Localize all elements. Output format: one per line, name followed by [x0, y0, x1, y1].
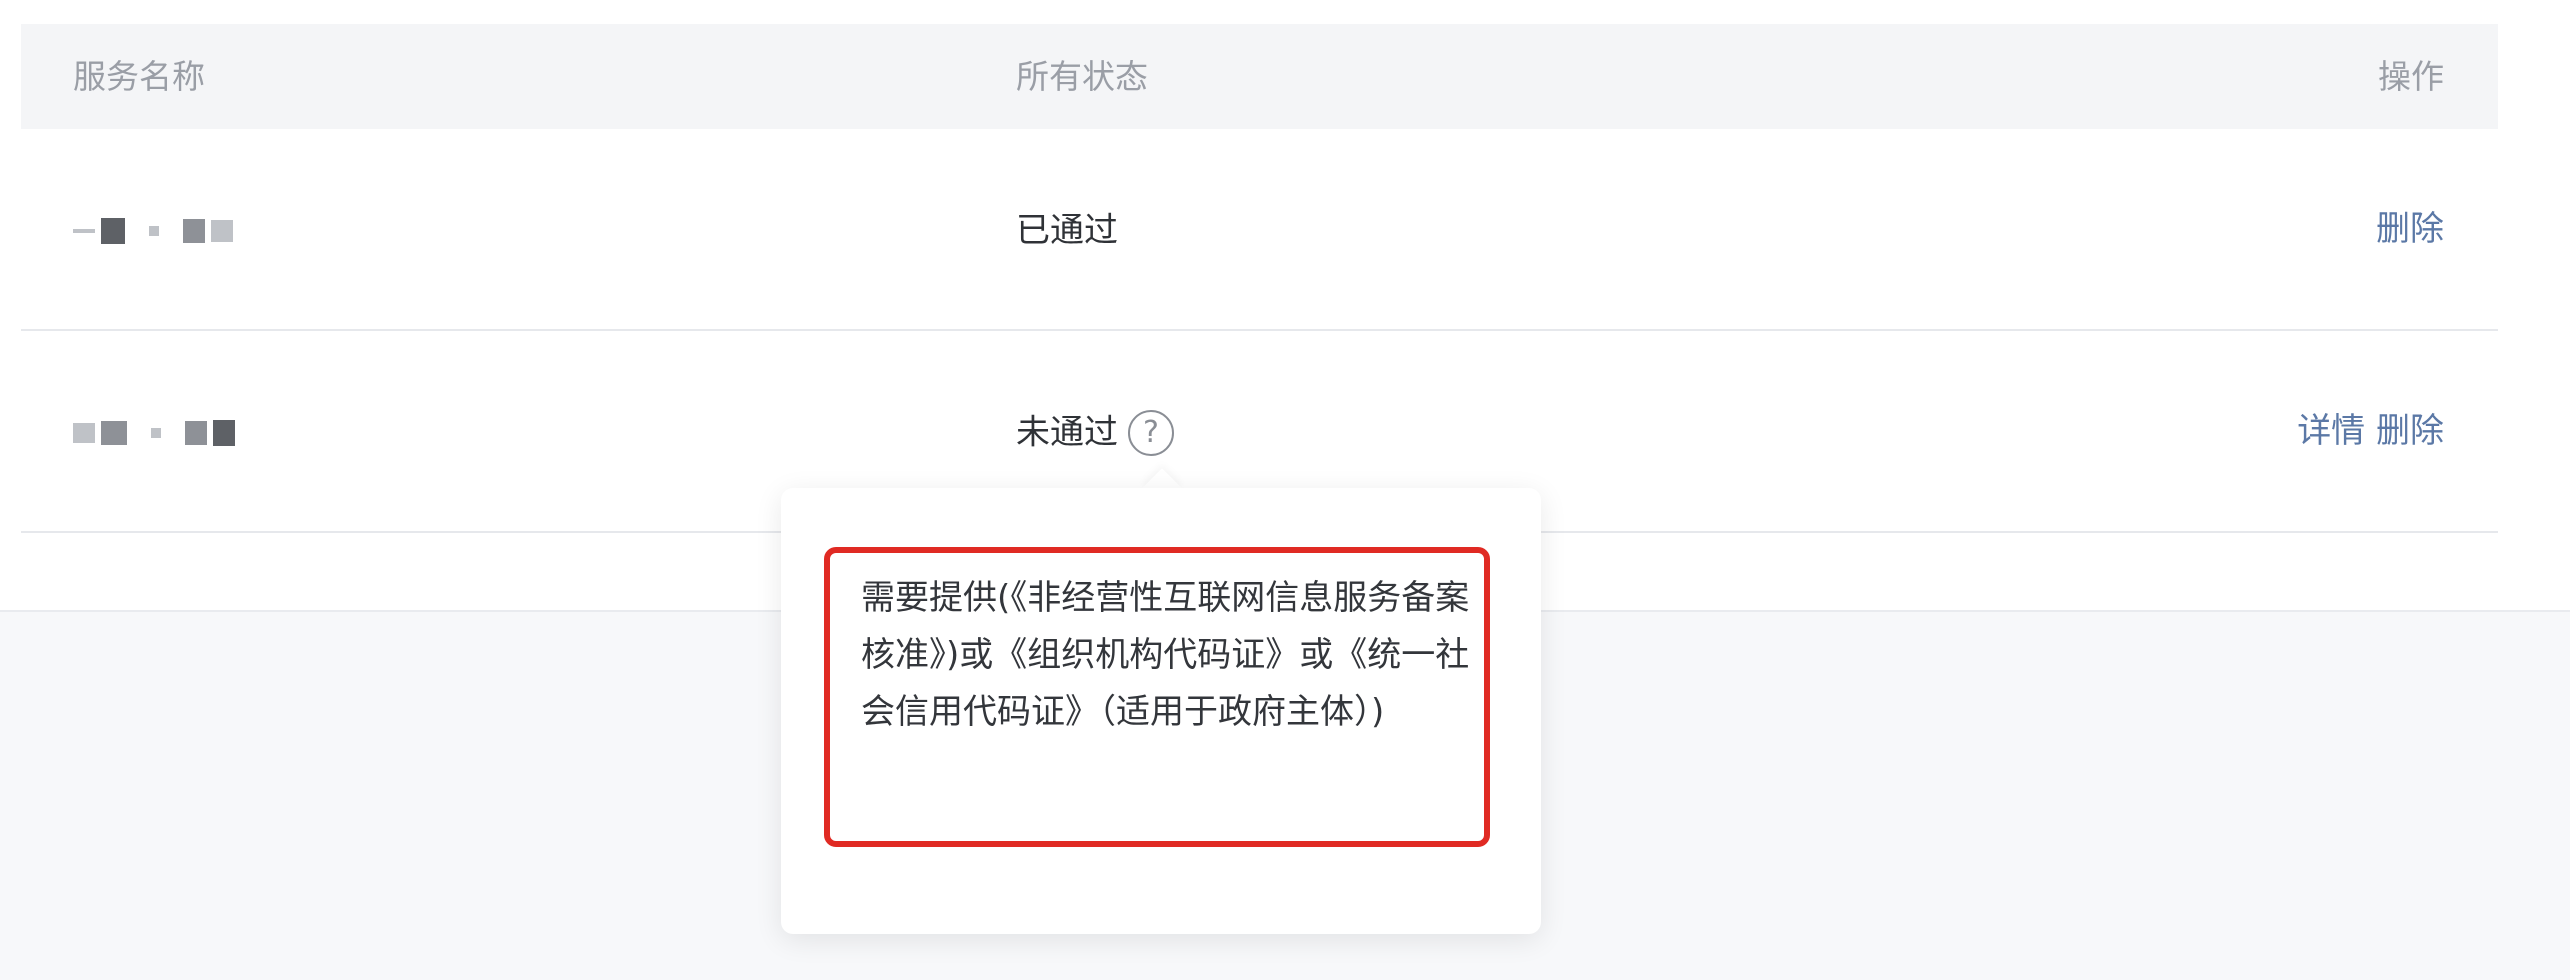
delete-link[interactable]: 删除	[2376, 411, 2444, 451]
table-header: 服务名称 所有状态 操作	[21, 24, 2498, 129]
details-link[interactable]: 详情	[2297, 411, 2365, 451]
redacted-text-image	[73, 413, 235, 453]
status-rejected: 未通过	[1016, 412, 1118, 453]
header-status-filter[interactable]: 所有状态	[1016, 24, 1148, 129]
delete-link[interactable]: 删除	[2376, 209, 2444, 249]
service-name-masked	[73, 129, 233, 329]
status-approved: 已通过	[1016, 210, 1118, 251]
redacted-text-image	[73, 211, 233, 251]
header-service-name: 服务名称	[73, 57, 205, 96]
action-cell: 删除	[2376, 129, 2444, 329]
rejection-reason-tooltip: 需要提供(《非经营性互联网信息服务备案核准》)或《组织机构代码证》或《统一社会信…	[781, 488, 1541, 934]
tooltip-text: 需要提供(《非经营性互联网信息服务备案核准》)或《组织机构代码证》或《统一社会信…	[861, 578, 1470, 732]
header-action: 操作	[2378, 57, 2444, 96]
action-cell: 详情 删除	[2297, 331, 2444, 531]
service-table: 服务名称 所有状态 操作 已通过 删除 未通过 ? 详情 删除	[21, 24, 2498, 533]
status-cell: 已通过	[1016, 129, 1118, 331]
table-row: 已通过 删除	[21, 129, 2498, 331]
question-circle-icon[interactable]: ?	[1128, 409, 1174, 456]
service-name-masked	[73, 331, 235, 531]
